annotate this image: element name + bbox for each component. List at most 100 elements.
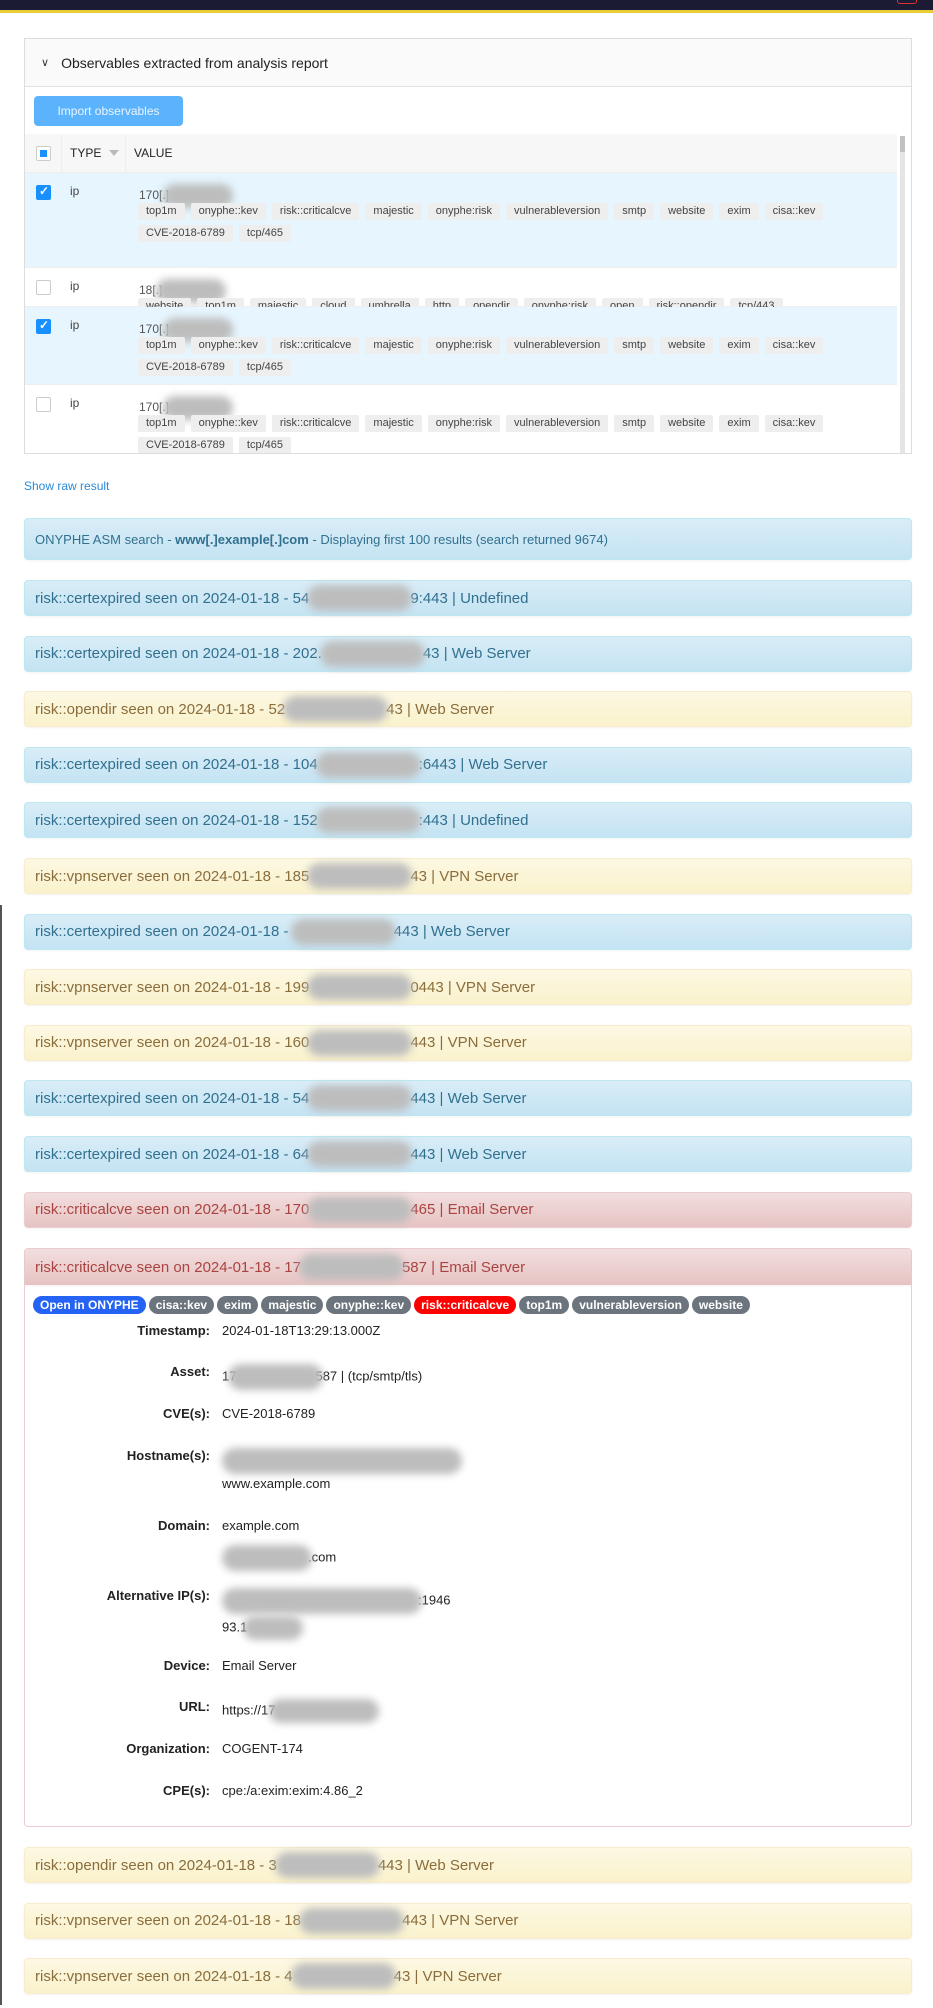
result-header[interactable]: risk::vpnserver seen on 2024-01-18 - 199… [24, 969, 912, 1006]
value: :1946 [418, 1592, 451, 1608]
result-header[interactable]: risk::vpnserver seen on 2024-01-18 - 160… [24, 1024, 912, 1061]
row-checkbox[interactable] [36, 184, 51, 200]
value: www.example.com [222, 1476, 331, 1491]
tag-badge: vulnerableversion [572, 1296, 689, 1314]
row-type: ip [70, 279, 80, 293]
tag: vulnerableversion [506, 415, 609, 432]
tag: vulnerableversion [506, 203, 609, 220]
label: URL: [178, 1699, 210, 1714]
redacted-blur [269, 1699, 380, 1723]
table-scrollbar[interactable] [900, 136, 905, 453]
navbar-button[interactable] [897, 0, 917, 4]
result-title-end: :6443 | Web Server [418, 756, 548, 774]
row-checkbox[interactable] [36, 318, 51, 334]
result-header[interactable]: risk::certexpired seen on 2024-01-18 - 1… [24, 802, 912, 839]
result-header[interactable]: risk::certexpired seen on 2024-01-18 - 4… [24, 913, 912, 950]
redacted-blur [307, 974, 413, 1001]
table-row[interactable]: ip 170[.] top1monyphe::kevrisk::critical… [25, 173, 897, 268]
value: 2024-01-18T13:29:13.000Z [222, 1323, 381, 1338]
select-all-checkbox[interactable] [35, 145, 51, 161]
result-title-end: 43 | Web Server [386, 700, 495, 718]
result-title-end: 43 | VPN Server [410, 867, 519, 885]
result-title-start: risk::certexpired seen on 2024-01-18 - 5… [35, 1089, 310, 1107]
label: Domain: [158, 1518, 210, 1533]
result-header[interactable]: risk::opendir seen on 2024-01-18 - 3 443 … [24, 1847, 912, 1883]
redacted-blur [243, 1616, 304, 1640]
result-header[interactable]: risk::vpnserver seen on 2024-01-18 - 18 4… [24, 1902, 912, 1939]
tag: smtp [614, 337, 655, 354]
tag-badge: top1m [519, 1296, 570, 1314]
redacted-blur [307, 863, 413, 889]
tag-badge: cisa::kev [148, 1296, 215, 1314]
value: COGENT-174 [222, 1741, 303, 1756]
tag: website [660, 415, 714, 432]
row-checkbox[interactable] [36, 280, 51, 295]
value-end: 587 | (tcp/smtp/tls) [315, 1368, 423, 1384]
redacted-blur [222, 1545, 312, 1571]
tag: tcp/465 [238, 437, 291, 453]
row-type: ip [70, 184, 80, 198]
result-title-start: risk::opendir seen on 2024-01-18 - 3 [35, 1856, 277, 1874]
result-header[interactable]: risk::certexpired seen on 2024-01-18 - 2… [24, 635, 912, 672]
show-raw-result-link[interactable]: Show raw result [24, 479, 109, 493]
tag: onyphe:risk [427, 337, 501, 354]
result-title-start: risk::vpnserver seen on 2024-01-18 - 18 [35, 1912, 301, 1930]
import-observables-button[interactable]: Import observables [34, 96, 183, 126]
result-title-start: risk::opendir seen on 2024-01-18 - 52 [35, 700, 286, 718]
result-title-start: risk::certexpired seen on 2024-01-18 - 5… [35, 589, 310, 607]
result-title-start: risk::certexpired seen on 2024-01-18 - 1… [35, 756, 318, 774]
value: example.com [222, 1518, 300, 1533]
open-in-onyphe-button[interactable]: Open in ONYPHE [33, 1296, 146, 1314]
tag: CVE-2018-6789 [138, 437, 233, 453]
redacted-blur [315, 751, 421, 778]
tag: tcp/465 [238, 225, 291, 242]
tag: majestic [365, 337, 422, 354]
label: CVE(s): [163, 1406, 210, 1421]
tag: top1m [138, 203, 185, 220]
value: .com [308, 1549, 337, 1565]
result-title-end: 587 | Email Server [401, 1258, 526, 1276]
tag: cisa::kev [764, 415, 824, 432]
tag: majestic [365, 415, 422, 432]
result-header[interactable]: risk::certexpired seen on 2024-01-18 - 5… [24, 1080, 912, 1117]
result-title-end: 0443 | VPN Server [410, 978, 536, 996]
label: CPE(s): [163, 1783, 210, 1798]
redacted-blur [307, 585, 413, 611]
expanded-result-header[interactable]: risk::criticalcve seen on 2024-01-18 - 1… [25, 1249, 911, 1285]
result-title-end: 443 | VPN Server [410, 1034, 527, 1052]
tag-badge: majestic [261, 1296, 324, 1314]
redacted-blur [228, 1364, 324, 1390]
table-row[interactable]: ip 18[.] website top1m majestic cloud umbrel… [25, 268, 897, 315]
label: Hostname(s): [126, 1448, 210, 1463]
tag: smtp [614, 415, 655, 432]
result-header[interactable]: risk::vpnserver seen on 2024-01-18 - 4 43… [24, 1958, 912, 1995]
tag: onyphe::kev [190, 203, 266, 220]
search-query: www[.]example[.]com [175, 531, 309, 547]
result-title-start: risk::certexpired seen on 2024-01-18 - 2… [35, 645, 322, 663]
filter-icon[interactable] [109, 150, 120, 156]
result-header[interactable]: risk::criticalcve seen on 2024-01-18 - 1… [24, 1191, 912, 1228]
result-title-start: risk::vpnserver seen on 2024-01-18 - 199 [35, 978, 310, 996]
value[interactable]: https://17 [222, 1702, 275, 1717]
observables-collapse-header[interactable]: ∨ Observables extracted from analysis re… [25, 39, 911, 87]
result-header[interactable]: risk::opendir seen on 2024-01-18 - 52 43 … [24, 691, 912, 728]
redacted-blur [298, 1254, 404, 1280]
tag: smtp [614, 203, 655, 220]
result-title-end: 443 | Web Server [393, 923, 510, 941]
tag: onyphe:risk [427, 415, 501, 432]
row-checkbox[interactable] [36, 397, 51, 412]
result-title-start: risk::vpnserver seen on 2024-01-18 - 160 [35, 1034, 310, 1052]
value: Email Server [222, 1658, 297, 1673]
result-header[interactable]: risk::certexpired seen on 2024-01-18 - 5… [24, 580, 912, 616]
redacted-blur [290, 1963, 396, 1990]
tag-badge: website [691, 1296, 750, 1314]
redacted-blur [290, 918, 396, 945]
table-row[interactable]: ip 170[.] top1monyphe::kevrisk::critical… [25, 307, 897, 385]
table-row[interactable]: ip 170[.] top1monyphe::kevrisk::critical… [25, 385, 897, 453]
result-header[interactable]: risk::vpnserver seen on 2024-01-18 - 185… [24, 858, 912, 894]
label: Organization: [126, 1741, 210, 1756]
tag: cisa::kev [764, 203, 824, 220]
tag: onyphe::kev [190, 415, 266, 432]
result-header[interactable]: risk::certexpired seen on 2024-01-18 - 6… [24, 1136, 912, 1172]
result-header[interactable]: risk::certexpired seen on 2024-01-18 - 1… [24, 746, 912, 783]
